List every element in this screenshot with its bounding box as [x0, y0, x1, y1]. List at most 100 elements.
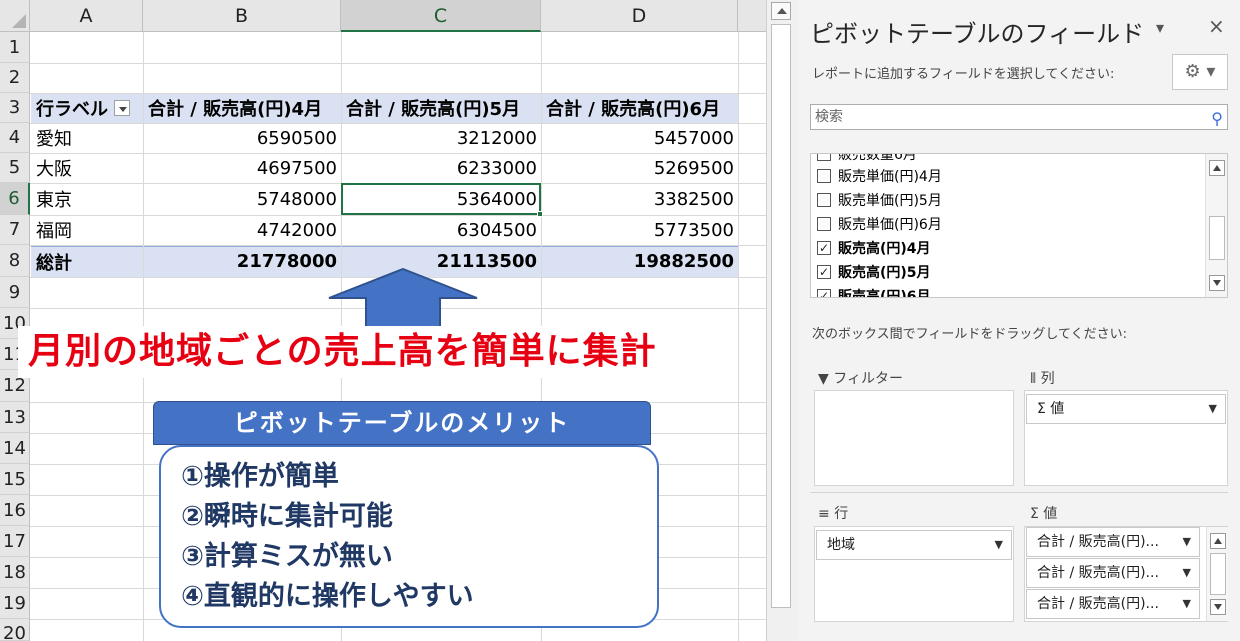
row-header-13[interactable]: 13 — [0, 402, 30, 433]
row-header-7[interactable]: 7 — [0, 215, 30, 245]
table-cell[interactable]: 3382500 — [541, 183, 738, 215]
chevron-down-icon[interactable]: ▼ — [1209, 395, 1217, 423]
table-cell[interactable]: 4697500 — [143, 153, 341, 183]
table-row-label[interactable]: 大阪 — [31, 153, 143, 183]
scroll-thumb[interactable] — [1210, 553, 1226, 595]
list-item: ①操作が簡単 — [181, 461, 339, 492]
field-item[interactable]: 販売単価(円)5月 — [817, 188, 942, 212]
scroll-down-icon[interactable] — [1209, 275, 1225, 291]
table-cell[interactable]: 3212000 — [341, 123, 541, 153]
chevron-down-icon[interactable]: ▼ — [1183, 528, 1191, 556]
column-field-chip[interactable]: Σ 値 ▼ — [1026, 394, 1226, 424]
close-icon[interactable]: × — [1208, 14, 1225, 38]
row-header-17[interactable]: 17 — [0, 526, 30, 557]
scroll-thumb[interactable] — [1209, 216, 1225, 260]
row-header-5[interactable]: 5 — [0, 153, 30, 183]
column-header-d[interactable]: D — [541, 0, 738, 32]
pivot-row-label-header[interactable]: 行ラベル — [31, 93, 143, 123]
field-item[interactable]: ✓ 販売高(円)6月 — [817, 284, 931, 297]
chevron-down-icon[interactable]: ▼ — [995, 531, 1003, 559]
scroll-down-icon[interactable] — [1210, 599, 1226, 615]
row-header-6[interactable]: 6 — [0, 183, 30, 215]
table-row-label[interactable]: 愛知 — [31, 123, 143, 153]
row-header-3[interactable]: 3 — [0, 93, 30, 123]
scroll-up-icon[interactable] — [771, 2, 791, 20]
table-cell[interactable]: 6590500 — [143, 123, 341, 153]
merit-list: ①操作が簡単 ②瞬時に集計可能 ③計算ミスが無い ④直観的に操作しやすい — [159, 445, 659, 628]
pivot-header-b[interactable]: 合計 / 販売高(円)4月 — [143, 93, 341, 123]
merit-title: ピボットテーブルのメリット — [153, 401, 651, 445]
row-header-9[interactable]: 9 — [0, 277, 30, 308]
table-row-label[interactable]: 福岡 — [31, 215, 143, 245]
table-cell[interactable]: 5269500 — [541, 153, 738, 183]
grand-total-label[interactable]: 総計 — [31, 246, 143, 277]
table-row-label[interactable]: 東京 — [31, 183, 143, 215]
field-search-input[interactable]: 検索 ⚲ — [810, 104, 1228, 130]
filter-label: フィルター — [833, 371, 903, 387]
chevron-down-icon[interactable]: ▼ — [1183, 559, 1191, 587]
scroll-up-icon[interactable] — [1210, 533, 1226, 549]
rows-area-label: ≡ 行 — [818, 503, 848, 523]
checkbox-checked[interactable]: ✓ — [817, 289, 831, 297]
grand-total-cell[interactable]: 19882500 — [541, 246, 738, 277]
row-header-4[interactable]: 4 — [0, 123, 30, 153]
search-icon[interactable]: ⚲ — [1211, 107, 1223, 131]
grand-total-cell[interactable]: 21778000 — [143, 246, 341, 277]
headline-banner: 月別の地域ごとの売上高を簡単に集計 — [18, 326, 738, 378]
field-item[interactable]: 販売単価(円)6月 — [817, 212, 942, 236]
field-item[interactable]: ✓ 販売高(円)4月 — [817, 236, 931, 260]
scroll-thumb[interactable] — [771, 24, 791, 608]
checkbox[interactable] — [817, 154, 831, 161]
value-field-chip[interactable]: 合計 / 販売高(円)... ▼ — [1026, 589, 1200, 619]
table-cell[interactable]: 5748000 — [143, 183, 341, 215]
pivot-field-pane: ピボットテーブルのフィールド ▾ × レポートに追加するフィールドを選択してくだ… — [798, 0, 1240, 641]
fill-handle[interactable] — [537, 211, 543, 217]
checkbox[interactable] — [817, 217, 831, 231]
list-item: ②瞬時に集計可能 — [181, 501, 393, 532]
row-header-16[interactable]: 16 — [0, 495, 30, 526]
row-header-20[interactable]: 20 — [0, 619, 30, 641]
row-field-chip[interactable]: 地域 ▼ — [816, 530, 1012, 560]
table-cell[interactable]: 4742000 — [143, 215, 341, 245]
row-header-14[interactable]: 14 — [0, 433, 30, 464]
column-header-e[interactable] — [738, 0, 766, 32]
row-header-19[interactable]: 19 — [0, 588, 30, 619]
chip-label: 合計 / 販売高(円)... — [1037, 596, 1159, 612]
value-field-chip[interactable]: 合計 / 販売高(円)... ▼ — [1026, 527, 1200, 557]
values-area-label: Σ 値 — [1030, 503, 1057, 523]
checkbox[interactable] — [817, 193, 831, 207]
row-header-2[interactable]: 2 — [0, 63, 30, 93]
field-item[interactable]: 販売単価(円)4月 — [817, 164, 942, 188]
value-field-chip[interactable]: 合計 / 販売高(円)... ▼ — [1026, 558, 1200, 588]
spreadsheet-grid[interactable]: A B C D 1 2 3 4 5 6 7 8 9 10 11 12 13 14… — [0, 0, 766, 641]
up-arrow-icon — [328, 268, 478, 332]
table-cell[interactable]: 5773500 — [541, 215, 738, 245]
checkbox[interactable] — [817, 169, 831, 183]
filter-drop-area[interactable] — [814, 390, 1014, 486]
row-header-18[interactable]: 18 — [0, 557, 30, 588]
row-header-8[interactable]: 8 — [0, 245, 30, 277]
row-header-15[interactable]: 15 — [0, 464, 30, 495]
pivot-header-d[interactable]: 合計 / 販売高(円)6月 — [541, 93, 738, 123]
field-item[interactable]: ✓ 販売高(円)5月 — [817, 260, 931, 284]
table-cell[interactable]: 6304500 — [341, 215, 541, 245]
gear-icon[interactable]: ⚙ ▾ — [1172, 54, 1228, 90]
table-cell[interactable]: 6233000 — [341, 153, 541, 183]
chevron-down-icon[interactable]: ▼ — [1183, 590, 1191, 618]
checkbox-checked[interactable]: ✓ — [817, 241, 831, 255]
column-header-a[interactable]: A — [30, 0, 143, 32]
values-scrollbar[interactable] — [1206, 527, 1228, 621]
scroll-up-icon[interactable] — [1209, 160, 1225, 176]
select-all-corner[interactable] — [0, 0, 30, 32]
column-header-b[interactable]: B — [143, 0, 341, 32]
pivot-header-c[interactable]: 合計 / 販売高(円)5月 — [341, 93, 541, 123]
pane-options-dropdown-icon[interactable]: ▾ — [1156, 18, 1164, 37]
row-header-1[interactable]: 1 — [0, 32, 30, 63]
column-header-c[interactable]: C — [341, 0, 541, 32]
sheet-vertical-scrollbar[interactable] — [766, 0, 798, 641]
field-list-scrollbar[interactable] — [1205, 154, 1227, 297]
table-cell[interactable]: 5457000 — [541, 123, 738, 153]
filter-dropdown-icon[interactable] — [114, 100, 130, 116]
field-list[interactable]: 販売数量6月 販売単価(円)4月 販売単価(円)5月 販売単価(円)6月 ✓ 販売… — [810, 153, 1228, 298]
checkbox-checked[interactable]: ✓ — [817, 265, 831, 279]
